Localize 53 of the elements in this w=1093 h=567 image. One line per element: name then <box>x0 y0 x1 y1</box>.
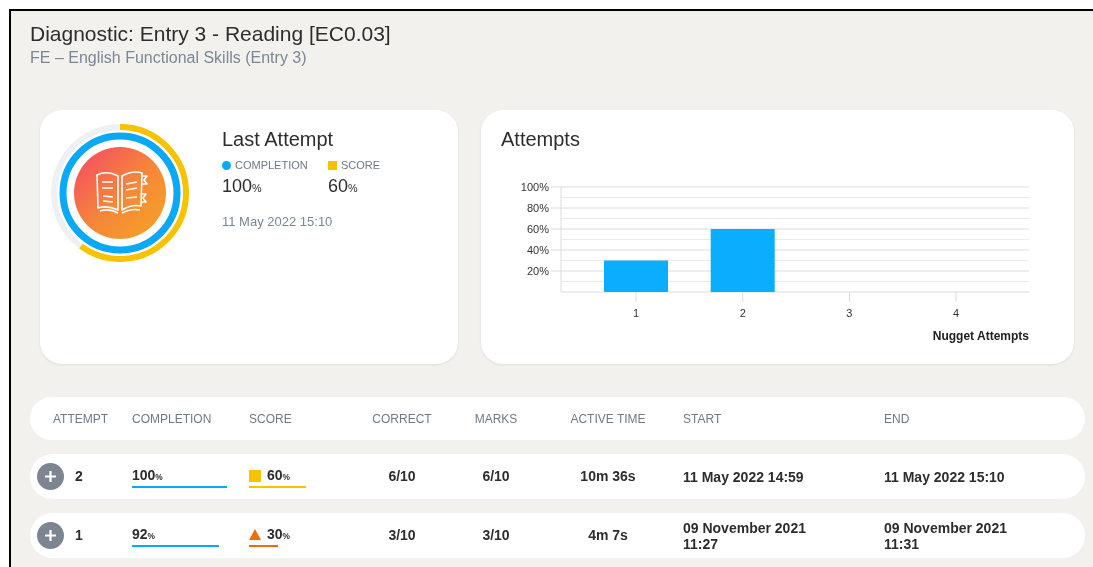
card-title: Attempts <box>501 127 581 152</box>
y-tick-label: 60% <box>526 223 549 235</box>
x-tick-label: 1 <box>632 307 640 319</box>
y-tick-label: 40% <box>526 244 549 256</box>
column-header: ACTIVE TIME <box>569 410 647 428</box>
plus-icon <box>44 470 57 483</box>
attempt-row[interactable]: 1 92% 30% 3/10 3/10 4m 7s 09 November 2021 11:27 09 November 2021 11:31 <box>30 513 1085 558</box>
column-header: COMPLETION <box>132 410 213 428</box>
triangle-icon <box>249 529 261 540</box>
end-cell-text: 09 November 2021 11:31 <box>883 519 1008 552</box>
y-tick-label: 100% <box>520 181 549 193</box>
completion-value: 100% <box>132 465 164 485</box>
plus-icon <box>44 529 57 542</box>
score-value: 30% <box>267 524 291 544</box>
y-tick-label: 80% <box>526 202 549 214</box>
completion-value: 100% <box>222 174 263 198</box>
attempt-row[interactable]: 2 100% 60% 6/10 6/10 10m 36s 11 May 2022 14:59 11 May 2022 15:10 <box>30 454 1085 499</box>
bar <box>604 260 668 292</box>
page-title: Diagnostic: Entry 3 - Reading [EC0.03] <box>30 21 392 47</box>
column-header: CORRECT <box>371 410 433 428</box>
x-tick-label: 2 <box>739 307 746 319</box>
legend-label: SCORE <box>341 158 381 173</box>
legend-label: COMPLETION <box>235 158 308 173</box>
x-axis-label: Nugget Attempts <box>932 329 1029 343</box>
column-header: SCORE <box>249 410 293 428</box>
card-title: Last Attempt <box>222 127 335 152</box>
bar <box>710 229 775 292</box>
column-header: ATTEMPT <box>52 410 110 428</box>
page-subtitle: FE – English Functional Skills (Entry 3) <box>30 48 308 68</box>
column-header: END <box>883 410 911 428</box>
correct-cell-text: 3/10 <box>387 526 417 545</box>
column-header: MARKS <box>473 410 519 428</box>
attempt-date: 11 May 2022 15:10 <box>222 212 334 231</box>
marks-cell-text: 3/10 <box>481 526 511 545</box>
x-tick-label: 4 <box>953 307 960 319</box>
score-value: 60% <box>328 174 359 198</box>
end-cell-text: 11 May 2022 15:10 <box>883 468 1006 485</box>
active-time-cell-text: 10m 36s <box>579 467 637 486</box>
completion-value: 92% <box>132 524 157 544</box>
y-tick-label: 20% <box>526 265 549 277</box>
x-tick-label: 3 <box>846 307 853 319</box>
start-cell-text: 09 November 2021 11:27 <box>682 519 807 552</box>
active-time-cell-text: 4m 7s <box>587 526 629 545</box>
expand-button[interactable] <box>37 522 64 549</box>
score-value: 60% <box>267 465 291 485</box>
attempt-number: 1 <box>75 526 83 545</box>
column-header: START <box>682 410 723 428</box>
book-icon <box>74 147 166 239</box>
start-cell-text: 11 May 2022 14:59 <box>682 468 805 485</box>
attempt-number: 2 <box>75 467 83 486</box>
correct-cell-text: 6/10 <box>387 467 417 486</box>
marks-cell-text: 6/10 <box>481 467 511 486</box>
expand-button[interactable] <box>37 463 64 490</box>
